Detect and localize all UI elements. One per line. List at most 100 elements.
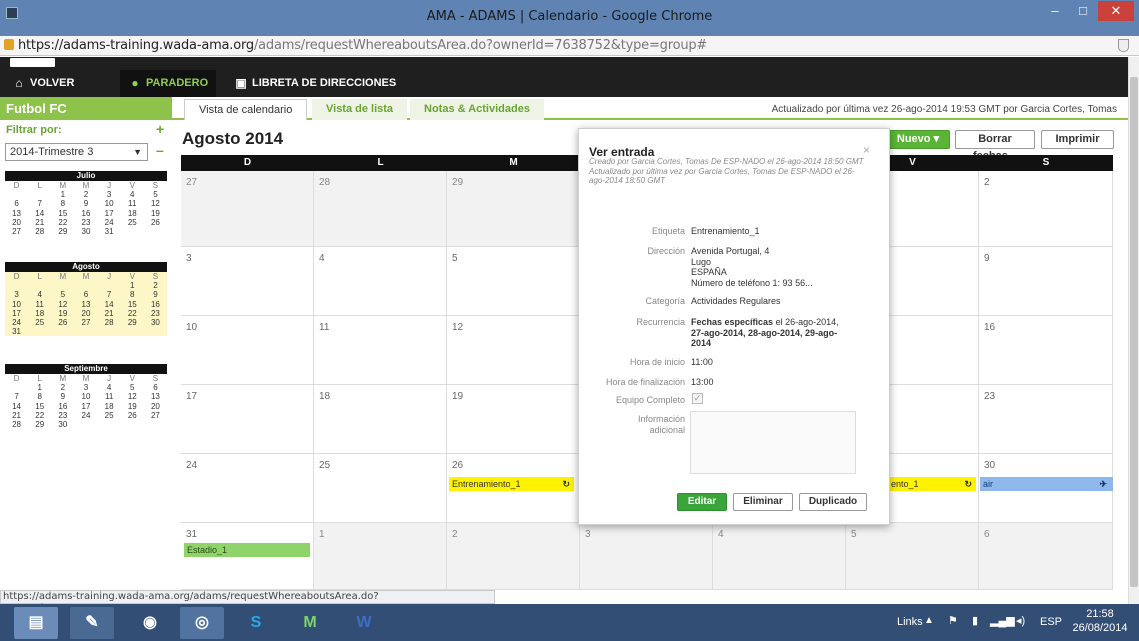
- calendar-day-cell[interactable]: 1: [314, 523, 447, 590]
- calendar-day-cell[interactable]: 16: [979, 316, 1113, 385]
- mini-calendar-day[interactable]: 6: [144, 383, 167, 392]
- mini-calendar-day[interactable]: 1: [121, 281, 144, 290]
- calendar-day-cell[interactable]: 24: [181, 454, 314, 523]
- mini-calendar-day[interactable]: 2: [144, 281, 167, 290]
- mini-calendar-day[interactable]: 7: [5, 392, 28, 401]
- mini-calendar-day[interactable]: 1: [28, 383, 51, 392]
- mini-calendar-day[interactable]: 13: [5, 209, 28, 218]
- calendar-day-cell[interactable]: 5: [447, 247, 580, 316]
- mini-calendar-day[interactable]: 14: [98, 300, 121, 309]
- mini-calendar-day[interactable]: 7: [98, 290, 121, 299]
- mini-calendar-day[interactable]: 12: [121, 392, 144, 401]
- mini-calendar-day[interactable]: 22: [28, 411, 51, 420]
- tab-notes-activities[interactable]: Notas & Actividades: [410, 99, 544, 120]
- mini-calendar-day[interactable]: 7: [28, 199, 51, 208]
- event-training-fri[interactable]: ento_1 ↻: [888, 477, 976, 491]
- mini-calendar-day[interactable]: 6: [74, 290, 97, 299]
- mini-calendar-day[interactable]: 11: [98, 392, 121, 401]
- mini-calendar-day[interactable]: 5: [121, 383, 144, 392]
- add-filter-button[interactable]: +: [156, 121, 164, 137]
- calendar-day-cell[interactable]: 27: [181, 171, 314, 247]
- mini-calendar-day[interactable]: 4: [28, 290, 51, 299]
- mini-calendar-day[interactable]: 25: [28, 318, 51, 327]
- chrome-icon[interactable]: ◎: [180, 607, 224, 639]
- mini-calendar-day[interactable]: 8: [28, 392, 51, 401]
- close-button[interactable]: ✕: [1098, 1, 1134, 21]
- file-explorer-icon[interactable]: ▤: [14, 607, 58, 639]
- mini-calendar-day[interactable]: 23: [74, 218, 97, 227]
- clear-dates-button[interactable]: Borrar fechas...: [955, 130, 1035, 162]
- mini-calendar-day[interactable]: 17: [74, 402, 97, 411]
- mini-calendar-day[interactable]: 31: [98, 227, 121, 236]
- mini-calendar-day[interactable]: 20: [5, 218, 28, 227]
- calendar-day-cell[interactable]: 6: [979, 523, 1113, 590]
- period-select[interactable]: 2014-Trimestre 3 ▼: [5, 143, 148, 161]
- mini-calendar-day[interactable]: 8: [121, 290, 144, 299]
- mini-calendar-day[interactable]: 29: [51, 227, 74, 236]
- mini-calendar-day[interactable]: 22: [121, 309, 144, 318]
- scrollbar-thumb[interactable]: [1130, 77, 1138, 587]
- mini-calendar-day[interactable]: 11: [28, 300, 51, 309]
- mini-calendar-day[interactable]: 6: [5, 199, 28, 208]
- mini-calendar-day[interactable]: 16: [51, 402, 74, 411]
- mini-calendar-day[interactable]: 10: [98, 199, 121, 208]
- firefox-icon[interactable]: ◉: [128, 607, 172, 639]
- mini-calendar-day[interactable]: 29: [28, 420, 51, 429]
- edit-button[interactable]: Editar: [677, 493, 727, 511]
- mini-calendar-day[interactable]: 9: [74, 199, 97, 208]
- mini-calendar-day[interactable]: 4: [98, 383, 121, 392]
- volume-icon[interactable]: ◂): [1016, 614, 1025, 627]
- mini-calendar-day[interactable]: 15: [28, 402, 51, 411]
- close-icon[interactable]: ×: [863, 143, 870, 157]
- mini-calendar-day[interactable]: 13: [144, 392, 167, 401]
- mini-calendar-day[interactable]: 10: [5, 300, 28, 309]
- mini-calendar-day[interactable]: 16: [74, 209, 97, 218]
- mini-calendar-day[interactable]: 15: [121, 300, 144, 309]
- mini-calendar-day[interactable]: 24: [98, 218, 121, 227]
- duplicate-button[interactable]: Duplicado: [799, 493, 867, 511]
- mini-calendar-day[interactable]: 5: [144, 190, 167, 199]
- mini-calendar-day[interactable]: 26: [144, 218, 167, 227]
- mini-calendar-day[interactable]: 26: [121, 411, 144, 420]
- flag-icon[interactable]: ⚑: [948, 614, 958, 627]
- mini-calendar-day[interactable]: 24: [5, 318, 28, 327]
- delete-button[interactable]: Eliminar: [733, 493, 793, 511]
- mini-calendar-day[interactable]: 27: [144, 411, 167, 420]
- calendar-day-cell[interactable]: 11: [314, 316, 447, 385]
- print-button[interactable]: Imprimir: [1041, 130, 1114, 149]
- mini-calendar-day[interactable]: 24: [74, 411, 97, 420]
- mini-calendar-day[interactable]: 28: [5, 420, 28, 429]
- mini-calendar-day[interactable]: 14: [28, 209, 51, 218]
- mini-calendar-day[interactable]: 26: [51, 318, 74, 327]
- mini-calendar-day[interactable]: 23: [51, 411, 74, 420]
- network-icon[interactable]: ▮: [972, 614, 978, 627]
- shield-icon[interactable]: [1118, 39, 1129, 52]
- clock[interactable]: 21:58 26/08/2014: [1068, 607, 1132, 635]
- mini-calendar-day[interactable]: 25: [98, 411, 121, 420]
- mini-calendar-day[interactable]: 18: [28, 309, 51, 318]
- skype-icon[interactable]: S: [234, 607, 278, 639]
- mini-calendar-day[interactable]: 30: [144, 318, 167, 327]
- event-air[interactable]: air ✈: [980, 477, 1113, 491]
- calendar-day-cell[interactable]: 9: [979, 247, 1113, 316]
- event-stadium[interactable]: Estadio_1: [184, 543, 310, 557]
- mini-calendar-day[interactable]: 29: [121, 318, 144, 327]
- signal-icon[interactable]: ▂▄▆: [990, 614, 1015, 627]
- mini-calendar-day[interactable]: 9: [51, 392, 74, 401]
- mini-calendar-day[interactable]: 13: [74, 300, 97, 309]
- mini-calendar-day[interactable]: 14: [5, 402, 28, 411]
- calendar-day-cell[interactable]: 3: [181, 247, 314, 316]
- mini-calendar-day[interactable]: 27: [5, 227, 28, 236]
- tab-calendar-view[interactable]: Vista de calendario: [184, 99, 308, 120]
- calendar-day-cell[interactable]: 2: [979, 171, 1113, 247]
- calendar-day-cell[interactable]: 28: [314, 171, 447, 247]
- calendar-day-cell[interactable]: 3: [580, 523, 713, 590]
- mini-calendar-day[interactable]: 17: [5, 309, 28, 318]
- mini-calendar-day[interactable]: 19: [51, 309, 74, 318]
- mini-calendar-day[interactable]: 31: [5, 327, 28, 336]
- calendar-day-cell[interactable]: 29: [447, 171, 580, 247]
- calendar-day-cell[interactable]: 2: [447, 523, 580, 590]
- mini-calendar-day[interactable]: 3: [74, 383, 97, 392]
- mini-calendar-day[interactable]: 9: [144, 290, 167, 299]
- calendar-day-cell[interactable]: 10: [181, 316, 314, 385]
